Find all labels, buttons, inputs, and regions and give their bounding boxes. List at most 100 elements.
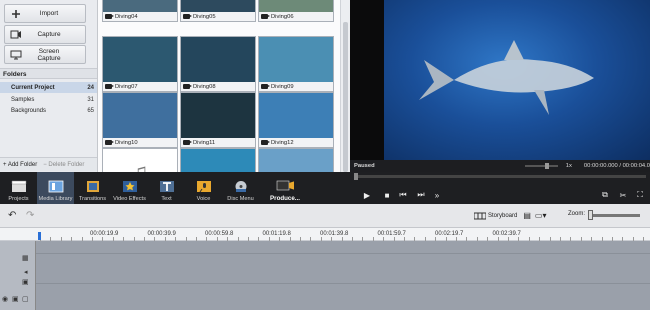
produce-label: Produce... <box>270 195 300 202</box>
thumbnail-image <box>259 93 333 138</box>
tab-label: Transitions <box>78 196 107 202</box>
seek-bar[interactable] <box>354 173 646 180</box>
ruler-time-label: 00:00:39.9 <box>147 231 176 237</box>
fullscreen-icon[interactable]: ⛶ <box>635 190 645 200</box>
thumbnail-caption: Diving12 <box>259 138 333 147</box>
thumbnail-label: Diving11 <box>193 139 216 146</box>
track-lock-icon[interactable]: ▣ <box>12 295 19 303</box>
media-thumbnail[interactable]: Diving10 <box>102 92 178 148</box>
tab-transitions[interactable]: Transitions <box>74 172 111 204</box>
storyboard-toggle[interactable]: Storyboard ▤ ▭▾ <box>474 211 547 220</box>
folder-current-project[interactable]: Current Project 24 <box>0 82 97 93</box>
eye-icon[interactable]: ◉ <box>2 295 8 303</box>
media-thumbnail[interactable]: ♫ <box>102 148 178 172</box>
tab-text[interactable]: Text <box>148 172 185 204</box>
thumbnail-caption: Diving08 <box>181 82 255 91</box>
fast-forward-icon[interactable]: » <box>432 190 442 200</box>
speed-value: 1x <box>565 163 572 169</box>
media-thumbnail[interactable] <box>258 148 334 172</box>
import-button[interactable]: Import <box>4 4 86 23</box>
tab-disc-menu[interactable]: Disc Menu <box>222 172 259 204</box>
stop-icon[interactable]: ■ <box>382 190 392 200</box>
ruler-time-label: 00:00:59.8 <box>205 231 234 237</box>
storyboard-label: Storyboard <box>488 212 518 219</box>
media-thumbnail[interactable]: Diving09 <box>258 36 334 92</box>
track-headers: ▦ ◂ ▣ ◉ ▣ ▢ <box>0 241 36 310</box>
speed-slider[interactable] <box>524 163 558 169</box>
plus-icon <box>5 9 27 19</box>
media-thumbnail[interactable]: Diving05 <box>180 0 256 22</box>
playhead[interactable] <box>38 232 41 240</box>
film-transition-icon <box>84 179 102 194</box>
track-settings-icon[interactable]: ▢ <box>22 295 29 303</box>
track-separator <box>36 283 650 284</box>
media-thumbnail[interactable]: Diving06 <box>258 0 334 22</box>
import-label: Import <box>39 10 59 17</box>
snapshot-icon[interactable]: ⧉ <box>600 190 610 200</box>
preview-video-frame[interactable] <box>384 0 650 160</box>
ruler-time-label: 00:02:19.7 <box>435 231 464 237</box>
next-frame-icon[interactable]: ⏭ <box>416 190 426 200</box>
delete-folder-button[interactable]: − Delete Folder <box>40 162 87 168</box>
thumbnail-caption: Diving06 <box>259 12 333 21</box>
shark-image <box>419 40 594 115</box>
media-thumbnail[interactable]: Diving12 <box>258 92 334 148</box>
thumbnail-label: Diving10 <box>115 139 138 146</box>
undo-icon[interactable]: ↶ <box>8 210 16 221</box>
folder-count: 65 <box>87 107 94 114</box>
tab-media-library[interactable]: Media Library <box>37 172 74 204</box>
storyboard-icon <box>474 212 486 219</box>
view-icon[interactable]: ▤ <box>523 211 531 220</box>
media-library-icon <box>47 179 65 194</box>
media-thumbnail[interactable]: Diving08 <box>180 36 256 92</box>
tab-video-effects[interactable]: Video Effects <box>111 172 148 204</box>
split-icon[interactable]: ✂ <box>618 190 628 200</box>
redo-icon[interactable]: ↷ <box>26 210 34 221</box>
folder-samples[interactable]: Samples 31 <box>0 94 97 105</box>
folders-heading: Folders <box>0 68 97 79</box>
thumbnail-image <box>103 93 177 138</box>
media-thumbnail[interactable]: Diving07 <box>102 36 178 92</box>
lock-icon[interactable]: ▣ <box>22 278 29 286</box>
zoom-handle[interactable] <box>588 210 593 220</box>
star-effect-icon <box>121 179 139 194</box>
prev-frame-icon[interactable]: ⏮ <box>398 190 408 200</box>
zoom-track[interactable] <box>588 214 640 217</box>
video-clip-icon <box>105 140 114 145</box>
thumbnail-label: Diving12 <box>271 139 294 146</box>
thumbnail-image <box>181 93 255 138</box>
timeline-tracks[interactable] <box>0 241 650 310</box>
ruler-time-label: 00:01:39.8 <box>320 231 349 237</box>
audio-mute-icon[interactable]: ◂ <box>24 268 28 276</box>
ruler-time-label: 00:01:59.7 <box>377 231 406 237</box>
transport-controls: ▶ ■ ⏮ ⏭ » ⧉ ✂ ⛶ <box>350 172 650 204</box>
thumbnail-image <box>103 0 177 12</box>
produce-film-icon <box>276 178 294 193</box>
thumbnail-image <box>103 37 177 82</box>
media-thumbnail[interactable]: Diving11 <box>180 92 256 148</box>
screen-capture-button[interactable]: Screen Capture <box>4 45 86 64</box>
tab-label: Disc Menu <box>227 196 254 202</box>
folder-name: Samples <box>11 96 35 103</box>
media-thumbnail[interactable]: Diving04 <box>102 0 178 22</box>
produce-button[interactable]: Produce... <box>259 172 311 204</box>
media-thumbnail[interactable] <box>180 148 256 172</box>
add-folder-button[interactable]: + Add Folder <box>0 162 40 168</box>
video-clip-icon <box>261 14 270 19</box>
timeline-ruler[interactable]: 00:00:19.9 00:00:39.9 00:00:59.8 00:01:19.8… <box>0 228 650 241</box>
video-clip-icon <box>261 140 270 145</box>
folder-backgrounds[interactable]: Backgrounds 65 <box>0 105 97 116</box>
play-icon[interactable]: ▶ <box>362 190 372 200</box>
playback-status: Paused <box>354 163 375 169</box>
capture-button[interactable]: Capture <box>4 25 86 44</box>
tab-voice[interactable]: Voice <box>185 172 222 204</box>
tab-projects[interactable]: Projects <box>0 172 37 204</box>
media-grid-scrollbar[interactable] <box>340 0 350 172</box>
thumbnail-image <box>181 37 255 82</box>
media-grid: Diving04 Diving05 Diving06 Diving07 Diving08… <box>98 0 350 172</box>
monitor-select-icon[interactable]: ▭▾ <box>535 211 547 220</box>
thumbnail-label: Diving07 <box>115 83 138 90</box>
thumbnail-image <box>259 0 333 12</box>
scrollbar-thumb[interactable] <box>343 22 348 172</box>
thumbnail-caption: Diving10 <box>103 138 177 147</box>
